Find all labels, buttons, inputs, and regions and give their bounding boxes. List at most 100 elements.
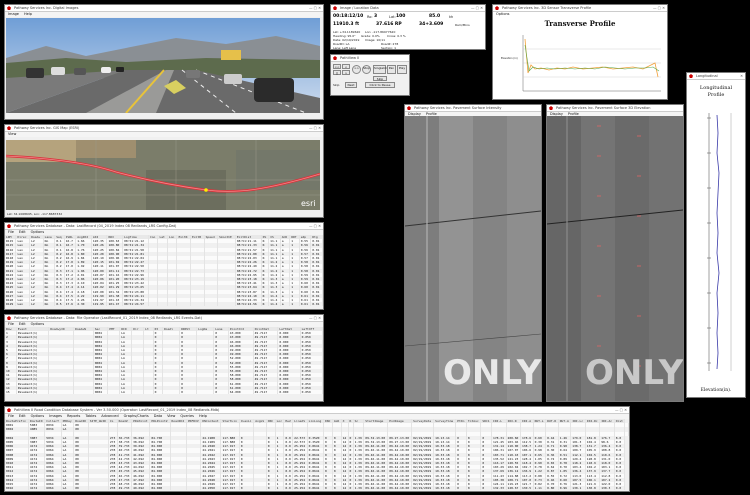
pavement-intensity-titlebar[interactable]: Pathway Services Inc. Pavement Surface I…	[405, 105, 541, 112]
menu-edit[interactable]: Edit	[19, 230, 26, 234]
menu-reports[interactable]: Reports	[67, 414, 80, 418]
table-cell: 15	[5, 390, 17, 395]
click-to-pause-button[interactable]: Click to Pause	[365, 82, 395, 88]
column-header[interactable]: RUT-A	[558, 419, 572, 424]
window-controls-icon[interactable]: — ▢ ✕	[309, 125, 321, 131]
column-header[interactable]: SITE_GUID	[88, 419, 109, 424]
table-cell: 09.46.11.00	[363, 448, 389, 453]
table-cell: 128.67	[506, 486, 522, 491]
menu-view[interactable]: View	[8, 132, 16, 136]
column-header[interactable]: SRC1	[480, 419, 493, 424]
table-cell: R129	[5, 302, 17, 307]
column-header[interactable]: StartLin	[220, 419, 240, 424]
main-table[interactable]: RoutePrefix RouteID CollecT PRKey RoadID SITE…	[5, 419, 629, 491]
map-menu: View	[5, 132, 323, 137]
table-row[interactable]: 0016 4174 6064 LA 00 278 49.733 49.692 84.000 24.…	[5, 486, 629, 491]
menu-file[interactable]: File	[8, 230, 14, 234]
window-controls-icon[interactable]: — ▢ ✕	[309, 5, 321, 11]
pavement-intensity-title: Pathway Services Inc. Pavement Surface I…	[414, 106, 502, 110]
menu-edit[interactable]: Edit	[19, 322, 26, 326]
menu-help[interactable]: Help	[24, 12, 32, 16]
next-frame-button[interactable]: >	[342, 70, 350, 75]
table-cell: 0.80	[545, 486, 559, 491]
first-button[interactable]: <<	[333, 64, 341, 69]
menu-tables[interactable]: Tables	[85, 414, 96, 418]
window-controls-icon[interactable]: — ▢ ✕	[309, 315, 321, 321]
column-header[interactable]: DNContent	[200, 419, 222, 424]
menu-queries[interactable]: Queries	[180, 414, 194, 418]
location-titlebar[interactable]: Image / Location Data — ▢ ✕	[331, 5, 485, 12]
pavement-intensity-image[interactable]: ONLY	[405, 116, 541, 401]
menu-advanced[interactable]: Advanced	[101, 414, 118, 418]
nav-titlebar[interactable]: PathView II	[331, 55, 409, 62]
menu-options[interactable]: Options	[31, 322, 45, 326]
pavement-3d-image[interactable]: ONLY	[547, 116, 683, 401]
menu-edit[interactable]: Edit	[19, 414, 26, 418]
table-cell: 0	[466, 486, 482, 491]
event-table-window: Pathway Services Database - Data: File O…	[4, 314, 324, 402]
event-table-titlebar[interactable]: Pathway Services Database - Data: File O…	[5, 315, 323, 322]
time-readout: 00:18:12/10	[333, 14, 364, 19]
menu-file[interactable]: File	[8, 322, 14, 326]
table-cell: LA	[61, 486, 75, 491]
window-controls-icon[interactable]: — ▢ ✕	[615, 407, 627, 413]
app-logo-icon	[333, 6, 337, 10]
skip-label: Skip	[333, 83, 340, 87]
table-cell	[170, 486, 187, 491]
table-cell: 24.2050	[200, 486, 222, 491]
column-header[interactable]: IRI-Ac	[599, 419, 615, 424]
menu-options[interactable]: Options	[31, 414, 45, 418]
column-header[interactable]: RoadID2	[170, 419, 187, 424]
menu-options[interactable]: Options	[31, 230, 45, 234]
menu-images[interactable]: Images	[49, 414, 62, 418]
event-table[interactable]: Row Event RoadwyID RoadwN Sec PMT RID Dir Lt Rt Ro…	[5, 327, 323, 395]
data-table[interactable]: LRM Direc Roadw Lane Seq IVWL AvgIRI LRI RRI LogT…	[5, 235, 323, 307]
pan-button[interactable]: Pan	[387, 65, 396, 74]
column-header[interactable]: RUT-L	[533, 419, 547, 424]
app-logo-icon	[7, 6, 11, 10]
video-titlebar[interactable]: Pathway Services Inc. Digital Images — ▢ …	[5, 5, 323, 12]
column-header[interactable]: IRI-Lc	[570, 419, 586, 424]
window-controls-icon[interactable]: — ▢ ✕	[309, 223, 321, 229]
menu-graphs[interactable]: Graphs/Charts	[124, 414, 149, 418]
column-header[interactable]: LinLong	[307, 419, 325, 424]
column-header[interactable]: PRFRIV	[186, 419, 202, 424]
main-table-titlebar[interactable]: PathView II Road Condition Database Syst…	[5, 407, 629, 414]
table-cell	[176, 302, 192, 307]
skip-button[interactable]: Skip	[373, 76, 387, 81]
satellite-map[interactable]: esri	[6, 140, 320, 210]
table-row[interactable]: 15 Pavement(1) 0084 LA 0 0 0 64.000 49.7117 0.000…	[5, 390, 323, 395]
stop-button[interactable]: Stop	[362, 65, 371, 74]
table-cell: 08:51:24.57	[122, 302, 149, 307]
window-controls-icon[interactable]: — ▢ ✕	[471, 5, 483, 11]
next-button[interactable]: Next	[345, 82, 357, 88]
column-header[interactable]: SurveyDate	[411, 419, 435, 424]
menu-help[interactable]: Help	[199, 414, 207, 418]
table-cell	[73, 390, 94, 395]
table-cell	[143, 390, 154, 395]
column-header[interactable]: SurveyTime	[433, 419, 457, 424]
menu-data[interactable]: Data	[154, 414, 162, 418]
column-header[interactable]: TotAsc	[466, 419, 482, 424]
map-titlebar[interactable]: Pathway Services Inc. GIS Map (ESRI) — ▢ …	[5, 125, 323, 132]
table-row[interactable]: R129 Lan L2 No 0.5 17.6 2.30 119.95 101.47 08:51:…	[5, 302, 323, 307]
road-video-image	[6, 18, 320, 113]
pause-button[interactable]: ||	[333, 70, 341, 75]
menu-file[interactable]: File	[8, 414, 14, 418]
column-header[interactable]: PRLPoint2	[149, 419, 171, 424]
pavement-3d-titlebar[interactable]: Pathway Services Inc. Pavement Surface 3…	[547, 105, 683, 112]
menu-view[interactable]: View	[167, 414, 175, 418]
column-header[interactable]: LinedS	[292, 419, 308, 424]
table-cell: 106.31	[491, 448, 507, 453]
data-table-titlebar[interactable]: Pathway Services Database - Data: LastRe…	[5, 223, 323, 230]
table-cell: 02/19/2019	[411, 486, 435, 491]
single-image-button[interactable]: SingleImg	[373, 65, 389, 74]
column-header[interactable]: CLenLi	[239, 419, 255, 424]
table-cell: 64.000	[228, 390, 254, 395]
last-button[interactable]: >>	[352, 65, 361, 74]
play-button[interactable]: Play	[397, 65, 407, 74]
column-header[interactable]: IRI-Rc	[585, 419, 601, 424]
menu-image[interactable]: Image	[8, 12, 19, 16]
column-header[interactable]: PRLPoint	[131, 419, 151, 424]
prev-button[interactable]: <	[342, 64, 350, 69]
